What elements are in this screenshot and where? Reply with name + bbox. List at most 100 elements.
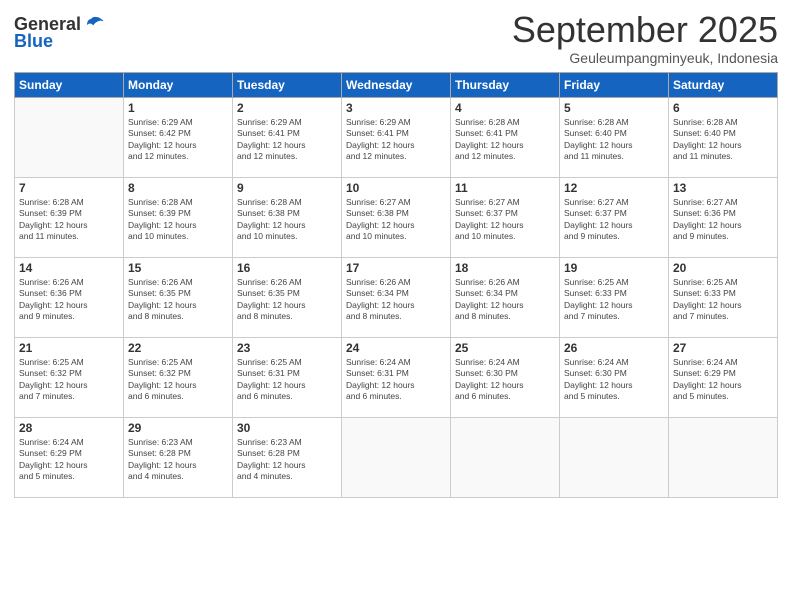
calendar-cell: 20 Sunrise: 6:25 AM Sunset: 6:33 PM Dayli… bbox=[669, 257, 778, 337]
day-number: 11 bbox=[455, 181, 555, 195]
day-number: 3 bbox=[346, 101, 446, 115]
day-number: 23 bbox=[237, 341, 337, 355]
calendar-cell: 4Sunrise: 6:28 AM Sunset: 6:41 PM Daylig… bbox=[451, 97, 560, 177]
day-info: Sunrise: 6:26 AM Sunset: 6:34 PM Dayligh… bbox=[346, 277, 446, 323]
day-number: 22 bbox=[128, 341, 228, 355]
calendar-cell: 6 Sunrise: 6:28 AM Sunset: 6:40 PM Daylig… bbox=[669, 97, 778, 177]
day-info: Sunrise: 6:28 AM Sunset: 6:40 PM Dayligh… bbox=[673, 117, 773, 163]
page-container: General Blue September 2025 Geuleumpangm… bbox=[0, 0, 792, 612]
day-number: 16 bbox=[237, 261, 337, 275]
calendar-cell: 16 Sunrise: 6:26 AM Sunset: 6:35 PM Dayli… bbox=[233, 257, 342, 337]
day-info: Sunrise: 6:23 AM Sunset: 6:28 PM Dayligh… bbox=[237, 437, 337, 483]
calendar-cell bbox=[560, 417, 669, 497]
header-day-wednesday: Wednesday bbox=[342, 72, 451, 97]
calendar-cell bbox=[15, 97, 124, 177]
calendar-cell bbox=[669, 417, 778, 497]
calendar-cell: 1 Sunrise: 6:29 AM Sunset: 6:42 PM Daylig… bbox=[124, 97, 233, 177]
header-day-thursday: Thursday bbox=[451, 72, 560, 97]
day-number: 26 bbox=[564, 341, 664, 355]
calendar-cell: 21Sunrise: 6:25 AM Sunset: 6:32 PM Dayli… bbox=[15, 337, 124, 417]
calendar-cell: 11Sunrise: 6:27 AM Sunset: 6:37 PM Dayli… bbox=[451, 177, 560, 257]
calendar-cell: 27 Sunrise: 6:24 AM Sunset: 6:29 PM Dayli… bbox=[669, 337, 778, 417]
calendar-header: SundayMondayTuesdayWednesdayThursdayFrid… bbox=[15, 72, 778, 97]
day-number: 20 bbox=[673, 261, 773, 275]
calendar-cell: 29 Sunrise: 6:23 AM Sunset: 6:28 PM Dayli… bbox=[124, 417, 233, 497]
day-info: Sunrise: 6:24 AM Sunset: 6:30 PM Dayligh… bbox=[455, 357, 555, 403]
day-info: Sunrise: 6:24 AM Sunset: 6:29 PM Dayligh… bbox=[673, 357, 773, 403]
day-number: 28 bbox=[19, 421, 119, 435]
day-info: Sunrise: 6:24 AM Sunset: 6:30 PM Dayligh… bbox=[564, 357, 664, 403]
calendar-week-3: 14Sunrise: 6:26 AM Sunset: 6:36 PM Dayli… bbox=[15, 257, 778, 337]
day-number: 2 bbox=[237, 101, 337, 115]
day-info: Sunrise: 6:25 AM Sunset: 6:33 PM Dayligh… bbox=[564, 277, 664, 323]
header-day-tuesday: Tuesday bbox=[233, 72, 342, 97]
day-number: 27 bbox=[673, 341, 773, 355]
day-number: 12 bbox=[564, 181, 664, 195]
day-info: Sunrise: 6:23 AM Sunset: 6:28 PM Dayligh… bbox=[128, 437, 228, 483]
day-info: Sunrise: 6:29 AM Sunset: 6:42 PM Dayligh… bbox=[128, 117, 228, 163]
month-title: September 2025 bbox=[512, 10, 778, 50]
calendar-cell: 19 Sunrise: 6:25 AM Sunset: 6:33 PM Dayli… bbox=[560, 257, 669, 337]
day-info: Sunrise: 6:27 AM Sunset: 6:36 PM Dayligh… bbox=[673, 197, 773, 243]
calendar-cell: 7 Sunrise: 6:28 AM Sunset: 6:39 PM Daylig… bbox=[15, 177, 124, 257]
calendar-cell: 10 Sunrise: 6:27 AM Sunset: 6:38 PM Dayli… bbox=[342, 177, 451, 257]
day-info: Sunrise: 6:26 AM Sunset: 6:36 PM Dayligh… bbox=[19, 277, 119, 323]
title-block: September 2025 Geuleumpangminyeuk, Indon… bbox=[512, 10, 778, 66]
calendar-cell: 23Sunrise: 6:25 AM Sunset: 6:31 PM Dayli… bbox=[233, 337, 342, 417]
day-number: 4 bbox=[455, 101, 555, 115]
day-info: Sunrise: 6:24 AM Sunset: 6:31 PM Dayligh… bbox=[346, 357, 446, 403]
day-info: Sunrise: 6:28 AM Sunset: 6:40 PM Dayligh… bbox=[564, 117, 664, 163]
calendar-week-4: 21Sunrise: 6:25 AM Sunset: 6:32 PM Dayli… bbox=[15, 337, 778, 417]
day-number: 9 bbox=[237, 181, 337, 195]
calendar-cell: 2Sunrise: 6:29 AM Sunset: 6:41 PM Daylig… bbox=[233, 97, 342, 177]
calendar-cell: 5 Sunrise: 6:28 AM Sunset: 6:40 PM Daylig… bbox=[560, 97, 669, 177]
day-info: Sunrise: 6:27 AM Sunset: 6:37 PM Dayligh… bbox=[564, 197, 664, 243]
day-number: 24 bbox=[346, 341, 446, 355]
location-subtitle: Geuleumpangminyeuk, Indonesia bbox=[512, 50, 778, 66]
header-day-monday: Monday bbox=[124, 72, 233, 97]
day-number: 1 bbox=[128, 101, 228, 115]
calendar-cell: 3Sunrise: 6:29 AM Sunset: 6:41 PM Daylig… bbox=[342, 97, 451, 177]
header-day-saturday: Saturday bbox=[669, 72, 778, 97]
calendar-table: SundayMondayTuesdayWednesdayThursdayFrid… bbox=[14, 72, 778, 498]
calendar-cell: 15 Sunrise: 6:26 AM Sunset: 6:35 PM Dayli… bbox=[124, 257, 233, 337]
logo-bird-icon bbox=[83, 15, 105, 35]
calendar-cell: 12 Sunrise: 6:27 AM Sunset: 6:37 PM Dayli… bbox=[560, 177, 669, 257]
day-number: 5 bbox=[564, 101, 664, 115]
calendar-week-1: 1 Sunrise: 6:29 AM Sunset: 6:42 PM Daylig… bbox=[15, 97, 778, 177]
day-number: 10 bbox=[346, 181, 446, 195]
day-info: Sunrise: 6:27 AM Sunset: 6:38 PM Dayligh… bbox=[346, 197, 446, 243]
calendar-cell: 18 Sunrise: 6:26 AM Sunset: 6:34 PM Dayli… bbox=[451, 257, 560, 337]
calendar-cell: 26 Sunrise: 6:24 AM Sunset: 6:30 PM Dayli… bbox=[560, 337, 669, 417]
day-number: 6 bbox=[673, 101, 773, 115]
calendar-cell: 22 Sunrise: 6:25 AM Sunset: 6:32 PM Dayli… bbox=[124, 337, 233, 417]
day-info: Sunrise: 6:26 AM Sunset: 6:34 PM Dayligh… bbox=[455, 277, 555, 323]
calendar-cell bbox=[451, 417, 560, 497]
day-number: 30 bbox=[237, 421, 337, 435]
calendar-cell: 24 Sunrise: 6:24 AM Sunset: 6:31 PM Dayli… bbox=[342, 337, 451, 417]
day-info: Sunrise: 6:25 AM Sunset: 6:32 PM Dayligh… bbox=[128, 357, 228, 403]
calendar-cell bbox=[342, 417, 451, 497]
day-info: Sunrise: 6:25 AM Sunset: 6:32 PM Dayligh… bbox=[19, 357, 119, 403]
day-number: 25 bbox=[455, 341, 555, 355]
calendar-cell: 14Sunrise: 6:26 AM Sunset: 6:36 PM Dayli… bbox=[15, 257, 124, 337]
day-number: 15 bbox=[128, 261, 228, 275]
calendar-week-5: 28Sunrise: 6:24 AM Sunset: 6:29 PM Dayli… bbox=[15, 417, 778, 497]
day-info: Sunrise: 6:26 AM Sunset: 6:35 PM Dayligh… bbox=[237, 277, 337, 323]
day-number: 29 bbox=[128, 421, 228, 435]
day-number: 17 bbox=[346, 261, 446, 275]
calendar-cell: 17 Sunrise: 6:26 AM Sunset: 6:34 PM Dayli… bbox=[342, 257, 451, 337]
day-number: 19 bbox=[564, 261, 664, 275]
day-info: Sunrise: 6:28 AM Sunset: 6:39 PM Dayligh… bbox=[19, 197, 119, 243]
calendar-cell: 25 Sunrise: 6:24 AM Sunset: 6:30 PM Dayli… bbox=[451, 337, 560, 417]
day-number: 7 bbox=[19, 181, 119, 195]
day-info: Sunrise: 6:26 AM Sunset: 6:35 PM Dayligh… bbox=[128, 277, 228, 323]
day-number: 18 bbox=[455, 261, 555, 275]
header-day-sunday: Sunday bbox=[15, 72, 124, 97]
day-info: Sunrise: 6:25 AM Sunset: 6:33 PM Dayligh… bbox=[673, 277, 773, 323]
logo: General Blue bbox=[14, 14, 105, 52]
calendar-cell: 30 Sunrise: 6:23 AM Sunset: 6:28 PM Dayli… bbox=[233, 417, 342, 497]
calendar-cell: 9Sunrise: 6:28 AM Sunset: 6:38 PM Daylig… bbox=[233, 177, 342, 257]
calendar-cell: 13Sunrise: 6:27 AM Sunset: 6:36 PM Dayli… bbox=[669, 177, 778, 257]
header: General Blue September 2025 Geuleumpangm… bbox=[14, 10, 778, 66]
